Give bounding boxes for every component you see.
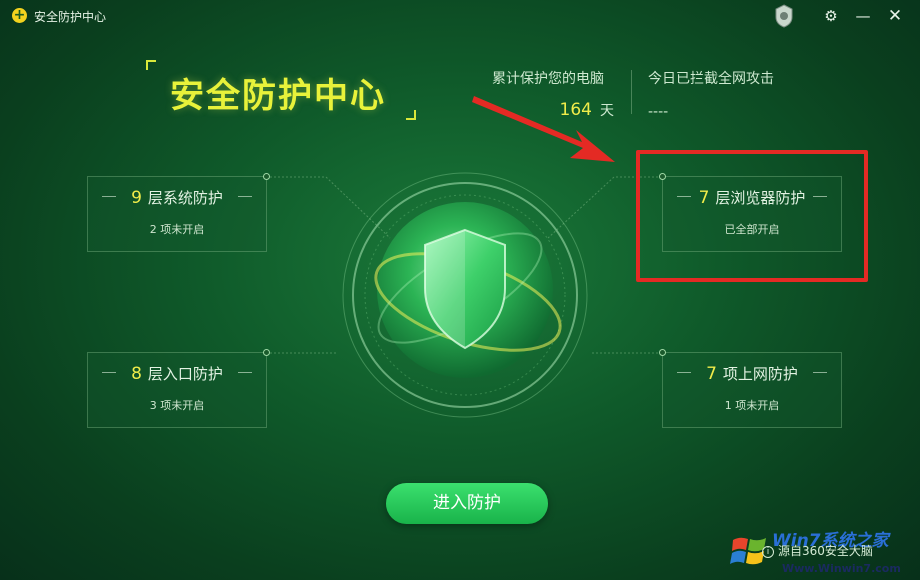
enter-protection-button[interactable]: 进入防护 — [386, 483, 548, 524]
page-title: 安全防护中心 — [170, 76, 386, 116]
card-status: 1 项未开启 — [724, 399, 780, 412]
title-bar: + 安全防护中心 ⚙ — ✕ — [0, 0, 920, 32]
shield-badge-icon[interactable] — [772, 3, 796, 29]
blocked-attacks-label: 今日已拦截全网攻击 — [648, 71, 774, 87]
info-icon: i — [762, 545, 774, 558]
card-number: 9 — [131, 188, 142, 208]
source-text: 源自360安全大脑 — [778, 544, 873, 558]
card-label: 层系统防护 — [147, 189, 223, 207]
card-number: 8 — [131, 364, 142, 384]
card-connector-dot — [263, 349, 270, 356]
annotation-highlight-box — [636, 150, 868, 282]
brand-block: 安全防护中心 — [146, 60, 416, 120]
annotation-arrow — [472, 96, 615, 162]
card-status: 2 项未开启 — [149, 223, 205, 236]
card-label: 项上网防护 — [722, 365, 798, 383]
card-dash-right — [813, 372, 827, 373]
bracket-top-left — [146, 60, 156, 70]
watermark-url: Www.Winwin7.com — [782, 562, 901, 575]
card-internet-protection[interactable]: 7 项上网防护 1 项未开启 — [659, 349, 842, 428]
source-label: i 源自360安全大脑 — [762, 542, 873, 559]
window-title: 安全防护中心 — [34, 10, 107, 24]
close-icon[interactable]: ✕ — [884, 5, 906, 27]
blocked-attacks-value: ---- — [648, 104, 669, 120]
card-dash-right — [238, 372, 252, 373]
plus-circle-icon: + — [12, 7, 27, 23]
card-connector-dot — [263, 173, 270, 180]
card-entry-protection[interactable]: 8 层入口防护 3 项未开启 — [87, 349, 270, 428]
card-number: 7 — [706, 364, 717, 384]
protected-days-label: 累计保护您的电脑 — [492, 71, 604, 87]
card-status: 3 项未开启 — [149, 399, 205, 412]
card-title: 9 层系统防护 — [88, 187, 266, 208]
card-label: 层入口防护 — [147, 365, 223, 383]
stats-divider — [631, 70, 632, 114]
card-title: 8 层入口防护 — [88, 363, 266, 384]
bracket-bottom-right — [406, 110, 416, 120]
card-system-protection[interactable]: 9 层系统防护 2 项未开启 — [87, 173, 270, 252]
blocked-attacks-stat: 今日已拦截全网攻击 ---- — [648, 68, 774, 120]
card-connector-dot — [659, 349, 666, 356]
minimize-icon[interactable]: — — [852, 5, 874, 27]
gear-icon[interactable]: ⚙ — [820, 5, 842, 27]
protection-orb — [342, 172, 588, 418]
card-dash-right — [238, 196, 252, 197]
card-title: 7 项上网防护 — [663, 363, 841, 384]
